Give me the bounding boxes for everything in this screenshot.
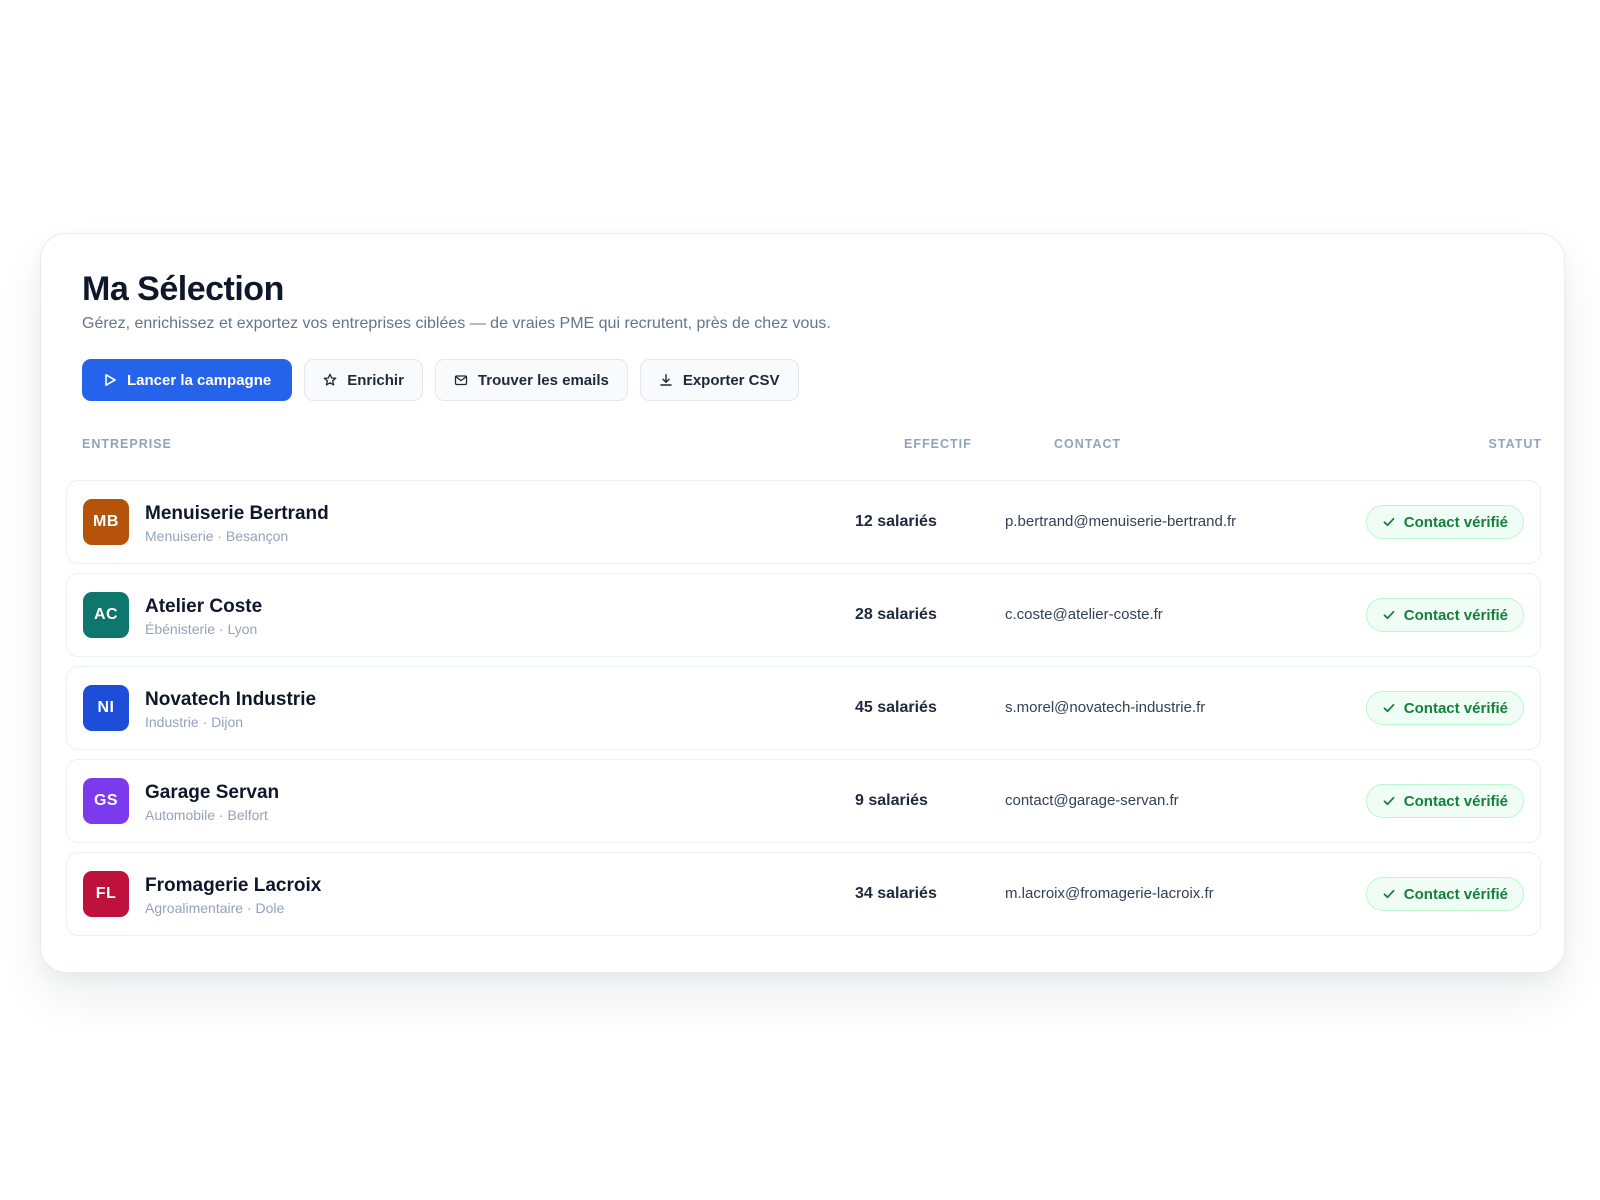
column-header-contact: CONTACT (1054, 437, 1122, 451)
table-row[interactable]: NI Novatech Industrie Industrie · Dijon … (66, 666, 1541, 750)
enrich-button[interactable]: Enrichir (304, 359, 423, 401)
find-emails-label: Trouver les emails (477, 371, 609, 389)
status-badge: Contact vérifié (1365, 691, 1524, 725)
contact-email[interactable]: c.coste@atelier-coste.fr (1005, 606, 1163, 623)
contact-email[interactable]: contact@garage-servan.fr (1005, 792, 1179, 809)
table-row[interactable]: FL Fromagerie Lacroix Agroalimentaire · … (66, 852, 1541, 936)
export-csv-button[interactable]: Exporter CSV (639, 359, 799, 401)
page-title: Ma Sélection (82, 270, 284, 308)
company-size: 9 salariés (855, 792, 928, 809)
status-label: Contact vérifié (1403, 513, 1508, 531)
star-icon (323, 373, 337, 387)
company-name: Garage Servan (145, 782, 280, 803)
selection-card: Ma Sélection Gérez, enrichissez et expor… (40, 233, 1565, 973)
status-badge: Contact vérifié (1365, 784, 1524, 818)
table-row[interactable]: MB Menuiserie Bertrand Menuiserie · Besa… (66, 480, 1541, 564)
check-icon (1383, 610, 1395, 620)
play-icon (103, 373, 117, 387)
enrich-label: Enrichir (347, 371, 404, 389)
status-badge: Contact vérifié (1365, 877, 1524, 911)
toolbar: Lancer la campagne Enrichir Trouver les … (82, 359, 799, 401)
company-size: 34 salariés (855, 885, 937, 902)
company-name: Menuiserie Bertrand (145, 503, 329, 524)
check-icon (1383, 889, 1395, 899)
company-size: 12 salariés (855, 513, 937, 530)
company-size: 28 salariés (855, 606, 937, 623)
status-badge: Contact vérifié (1365, 505, 1524, 539)
contact-email[interactable]: m.lacroix@fromagerie-lacroix.fr (1005, 885, 1214, 902)
contact-email[interactable]: s.morel@novatech-industrie.fr (1005, 699, 1205, 716)
mail-icon (454, 373, 468, 387)
launch-campaign-label: Lancer la campagne (127, 371, 272, 389)
company-name: Atelier Coste (145, 596, 263, 617)
contact-email[interactable]: p.bertrand@menuiserie-bertrand.fr (1005, 513, 1236, 530)
company-meta: Industrie · Dijon (145, 714, 244, 730)
avatar: GS (83, 778, 129, 824)
column-header-size: EFFECTIF (904, 437, 972, 451)
avatar: NI (83, 685, 129, 731)
status-badge: Contact vérifié (1365, 598, 1524, 632)
check-icon (1383, 517, 1395, 527)
status-label: Contact vérifié (1403, 606, 1508, 624)
company-list: MB Menuiserie Bertrand Menuiserie · Besa… (66, 480, 1541, 936)
table-header: ENTREPRISE EFFECTIF CONTACT STATUT (82, 437, 1542, 451)
check-icon (1383, 703, 1395, 713)
status-label: Contact vérifié (1403, 885, 1508, 903)
company-name: Fromagerie Lacroix (145, 875, 322, 896)
company-size: 45 salariés (855, 699, 937, 716)
column-header-company: ENTREPRISE (82, 437, 172, 451)
company-meta: Automobile · Belfort (145, 807, 268, 823)
export-csv-label: Exporter CSV (682, 371, 780, 389)
company-meta: Agroalimentaire · Dole (145, 900, 285, 916)
company-meta: Ébénisterie · Lyon (145, 621, 258, 637)
table-row[interactable]: AC Atelier Coste Ébénisterie · Lyon 28 s… (66, 573, 1541, 657)
launch-campaign-button[interactable]: Lancer la campagne (82, 359, 293, 401)
download-icon (659, 373, 673, 387)
table-row[interactable]: GS Garage Servan Automobile · Belfort 9 … (66, 759, 1541, 843)
company-meta: Menuiserie · Besançon (145, 528, 289, 544)
find-emails-button[interactable]: Trouver les emails (434, 359, 628, 401)
status-label: Contact vérifié (1403, 699, 1508, 717)
avatar: FL (83, 871, 129, 917)
avatar: MB (83, 499, 129, 545)
page-subtitle: Gérez, enrichissez et exportez vos entre… (82, 315, 831, 332)
avatar: AC (83, 592, 129, 638)
status-label: Contact vérifié (1403, 792, 1508, 810)
check-icon (1383, 796, 1395, 806)
column-header-status: STATUT (1488, 437, 1542, 451)
company-name: Novatech Industrie (145, 689, 317, 710)
